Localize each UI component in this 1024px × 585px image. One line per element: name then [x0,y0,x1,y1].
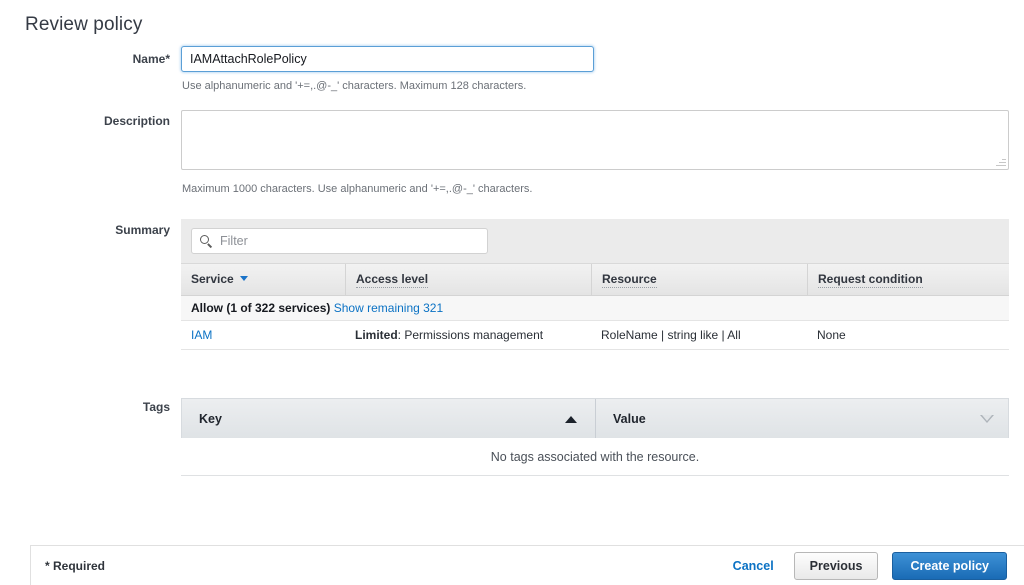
sort-asc-icon [565,415,577,423]
cell-access-level-value: Permissions management [404,328,544,342]
name-label: Name* [132,52,170,66]
cell-access-level: Limited: Permissions management [355,328,544,342]
description-hint: Maximum 1000 characters. Use alphanumeri… [182,183,533,195]
summary-panel: Service Access level Resource Request co… [181,219,1009,350]
tags-label: Tags [142,400,170,414]
sort-desc-outline-icon [980,414,994,423]
cancel-button[interactable]: Cancel [727,558,780,574]
footer-bar: * Required Cancel Previous Create policy [30,545,1024,585]
column-header-value[interactable]: Value [595,399,1008,438]
column-header-request-condition-label: Request condition [818,272,923,288]
policy-name-input[interactable] [181,46,594,72]
tags-empty-message: No tags associated with the resource. [181,438,1009,476]
policy-description-textarea[interactable] [181,110,1009,170]
column-header-key[interactable]: Key [182,399,595,438]
column-header-service[interactable]: Service [181,264,345,295]
show-remaining-link[interactable]: Show remaining 321 [334,301,443,315]
sort-desc-icon [239,276,248,281]
column-header-access-level-label: Access level [356,272,429,288]
summary-label: Summary [115,223,170,237]
cell-resource: RoleName | string like | All [601,328,741,342]
summary-filter-bar [181,219,1009,264]
summary-filter-wrap[interactable] [191,228,488,254]
column-header-value-label: Value [613,411,646,426]
summary-filter-input[interactable] [218,229,478,253]
tags-table-footer [181,476,1009,488]
summary-group-row: Allow (1 of 322 services) Show remaining… [181,296,1009,321]
resize-grip-icon[interactable] [995,156,1006,167]
column-header-resource[interactable]: Resource [591,264,807,295]
required-note: * Required [45,559,106,573]
create-policy-button[interactable]: Create policy [892,552,1007,580]
summary-table-header: Service Access level Resource Request co… [181,264,1009,296]
cell-access-level-prefix: Limited [355,328,398,342]
column-header-service-label: Service [191,272,234,286]
tags-panel: Key Value No tags associated with the re… [181,398,1009,488]
cell-request-condition: None [817,328,846,342]
column-header-request-condition[interactable]: Request condition [807,264,1009,295]
column-header-key-label: Key [199,411,222,426]
review-policy-page: Review policy Name* Use alphanumeric and… [0,0,1024,585]
description-label: Description [103,114,170,128]
column-header-access-level[interactable]: Access level [345,264,591,295]
table-row: IAM Limited: Permissions management Role… [181,321,1009,350]
service-link[interactable]: IAM [191,328,212,342]
footer-actions: Cancel Previous Create policy [727,552,1007,580]
search-icon [200,235,213,248]
previous-button[interactable]: Previous [793,552,879,580]
tags-table-header: Key Value [181,398,1009,438]
summary-group-title: Allow (1 of 322 services) [191,301,331,315]
page-title: Review policy [25,14,143,35]
name-hint: Use alphanumeric and '+=,.@-_' character… [182,80,527,92]
column-header-resource-label: Resource [602,272,657,288]
